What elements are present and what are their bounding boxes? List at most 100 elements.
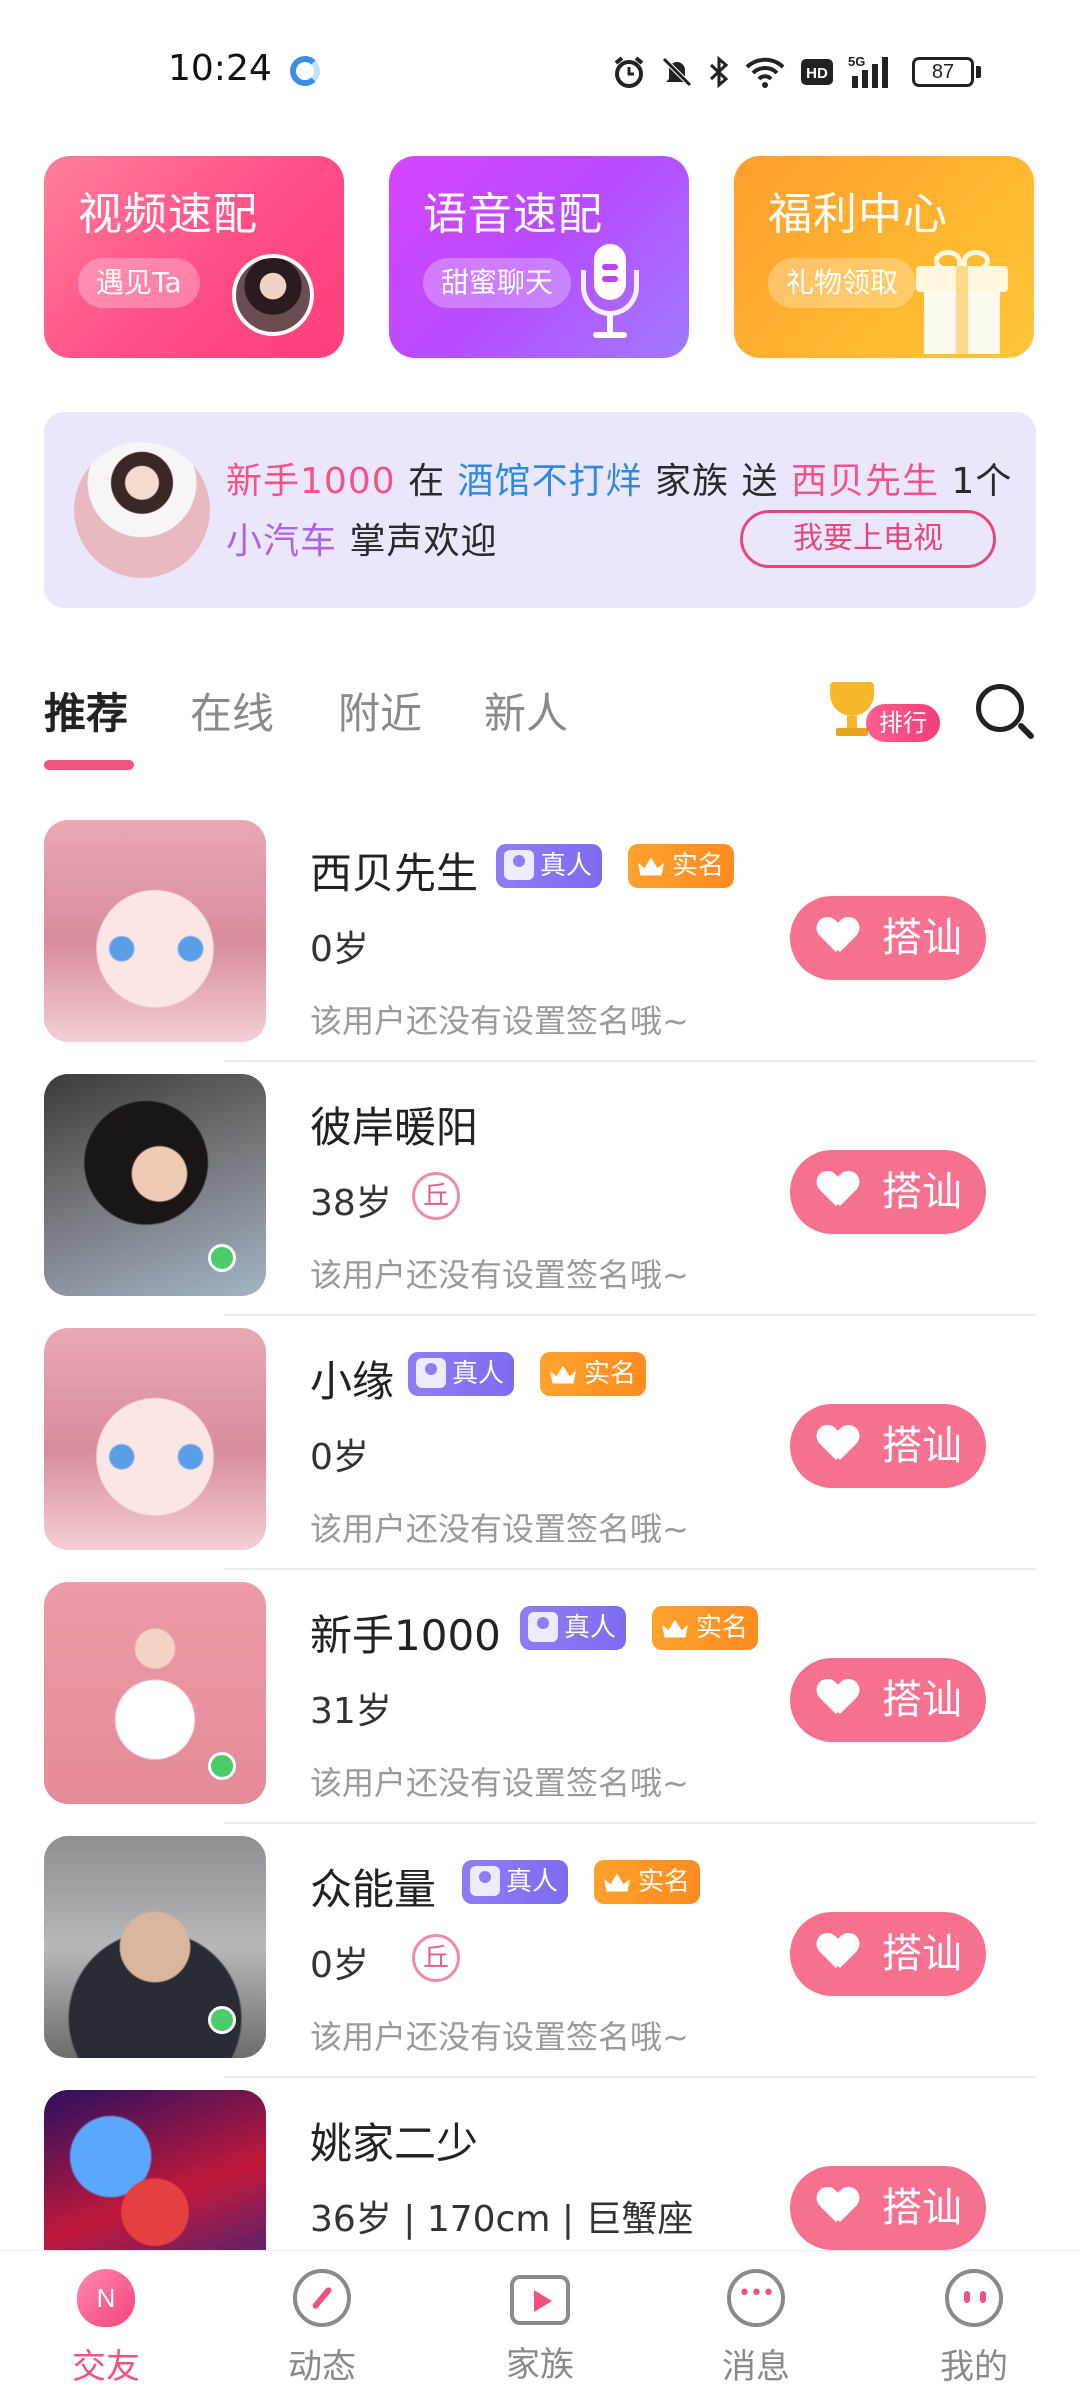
compass-icon: [293, 2269, 351, 2327]
voice-match-card[interactable]: 语音速配 甜蜜聊天: [389, 156, 689, 358]
nav-label: 我的: [940, 2347, 1008, 2387]
divider: [224, 2076, 1036, 2078]
card-subtitle: 甜蜜聊天: [423, 258, 572, 308]
nav-item-family[interactable]: 家族: [470, 2269, 610, 2386]
greet-button[interactable]: 搭讪: [790, 896, 986, 980]
user-signature: 该用户还没有设置签名哦~: [310, 1764, 689, 1802]
user-name: 西贝先生: [310, 849, 479, 898]
badge-label: 实名: [584, 1359, 637, 1389]
ranking-button[interactable]: 排行: [866, 704, 940, 742]
nav-label: 家族: [506, 2345, 574, 2385]
search-icon[interactable]: [976, 684, 1036, 744]
list-item[interactable]: 众能量 真人 实名 0岁 丘 该用户还没有设置签名哦~ 搭讪: [0, 1826, 1080, 2080]
nav-label: 交友: [72, 2347, 140, 2387]
tab-nearby[interactable]: 附近: [338, 680, 422, 741]
nav-label: 消息: [722, 2347, 790, 2387]
avatar[interactable]: [44, 820, 266, 1042]
status-bar: 10:24 HD 5G 87: [0, 0, 1080, 140]
card-title: 语音速配: [423, 189, 603, 240]
user-age: 0岁: [310, 929, 369, 970]
alarm-icon: [614, 56, 644, 88]
avatar-thumbnail: [232, 254, 314, 336]
person-icon: [470, 1865, 500, 1896]
card-title: 视频速配: [78, 189, 258, 240]
badge-label: 真人: [564, 1613, 617, 1643]
5g-signal-icon: 5G: [848, 54, 888, 88]
user-age: 31岁: [310, 1691, 392, 1732]
friends-icon: N: [77, 2269, 135, 2327]
nav-item-messages[interactable]: 消息: [686, 2269, 826, 2388]
greet-label: 搭讪: [882, 1423, 962, 1469]
tv-icon: [510, 2275, 570, 2325]
active-tab-indicator: [44, 760, 134, 770]
list-item[interactable]: 彼岸暖阳 38岁 丘 该用户还没有设置签名哦~ 搭讪: [0, 1064, 1080, 1318]
heart-icon: [818, 918, 858, 958]
gift-broadcast-banner[interactable]: 新手1000 在 酒馆不打烊 家族 送 西贝先生 1个 小汽车 掌声欢迎 我要上…: [44, 412, 1036, 608]
person-icon: [528, 1611, 558, 1642]
nav-item-me[interactable]: 我的: [904, 2269, 1044, 2388]
chat-icon: [727, 2269, 785, 2327]
tab-newcomers[interactable]: 新人: [484, 680, 568, 741]
badge-label: 真人: [540, 851, 593, 881]
badge-label: 实名: [696, 1613, 749, 1643]
greet-button[interactable]: 搭讪: [790, 1404, 986, 1488]
bottom-navigation: N 交友 动态 家族 消息 我的: [0, 2250, 1080, 2400]
real-person-badge: 真人: [520, 1606, 627, 1650]
bluetooth-icon: [709, 55, 729, 89]
broadcast-word: 家族: [655, 461, 730, 502]
status-time: 10:24: [168, 48, 272, 89]
heart-icon: [818, 1934, 858, 1974]
greet-button[interactable]: 搭讪: [790, 2166, 986, 2250]
badge-label: 真人: [506, 1867, 559, 1897]
heart-icon: [818, 1426, 858, 1466]
greet-label: 搭讪: [882, 2185, 962, 2231]
wifi-icon: [745, 57, 785, 88]
status-icons: HD 5G 87: [612, 50, 981, 94]
badge-label: 真人: [452, 1359, 505, 1389]
applause-text: 掌声欢迎: [349, 521, 498, 562]
greet-label: 搭讪: [882, 1169, 962, 1215]
card-title: 福利中心: [768, 189, 948, 240]
user-age: 0岁: [310, 1437, 369, 1478]
level-badge: 丘: [412, 1172, 460, 1220]
greet-button[interactable]: 搭讪: [790, 1150, 986, 1234]
greet-button[interactable]: 搭讪: [790, 1912, 986, 1996]
greet-button[interactable]: 搭讪: [790, 1658, 986, 1742]
svg-text:HD: HD: [806, 65, 828, 82]
svg-text:5G: 5G: [848, 54, 865, 69]
family-name[interactable]: 酒馆不打烊: [458, 461, 643, 502]
avatar[interactable]: [74, 442, 210, 578]
list-item[interactable]: 小缘 真人 实名 0岁 该用户还没有设置签名哦~ 搭讪: [0, 1318, 1080, 1572]
battery-level: 87: [912, 57, 974, 87]
broadcast-word: 送: [741, 461, 779, 502]
go-on-tv-button[interactable]: 我要上电视: [740, 510, 996, 568]
nav-item-friends[interactable]: N 交友: [36, 2269, 176, 2388]
user-age: 38岁: [310, 1183, 392, 1224]
gift-name: 小汽车: [226, 521, 338, 562]
hd-icon: HD: [801, 59, 833, 85]
verified-badge: 实名: [540, 1352, 647, 1396]
heart-icon: [818, 1680, 858, 1720]
avatar[interactable]: [44, 1328, 266, 1550]
heart-icon: [818, 1172, 858, 1212]
receiver-name[interactable]: 西贝先生: [791, 461, 939, 502]
card-subtitle: 遇见Ta: [78, 258, 200, 308]
tab-online[interactable]: 在线: [190, 680, 274, 741]
app-root: 10:24 HD 5G 87 视频速配 遇见Ta 语音速配 甜蜜聊天 福利中心 …: [0, 0, 1080, 2400]
user-signature: 该用户还没有设置签名哦~: [310, 1256, 689, 1294]
online-status-dot: [208, 1244, 236, 1272]
greet-label: 搭讪: [882, 1677, 962, 1723]
list-item[interactable]: 新手1000 真人 实名 31岁 该用户还没有设置签名哦~ 搭讪: [0, 1572, 1080, 1826]
card-subtitle: 礼物领取: [768, 258, 917, 308]
welfare-center-card[interactable]: 福利中心 礼物领取: [734, 156, 1034, 358]
tab-recommend[interactable]: 推荐: [44, 680, 128, 741]
video-match-card[interactable]: 视频速配 遇见Ta: [44, 156, 344, 358]
broadcast-message: 新手1000 在 酒馆不打烊 家族 送 西贝先生 1个: [226, 452, 1012, 504]
gift-icon: [916, 250, 1008, 354]
verified-badge: 实名: [652, 1606, 759, 1650]
list-item[interactable]: 西贝先生 真人 实名 0岁 该用户还没有设置签名哦~ 搭讪: [0, 810, 1080, 1064]
nav-item-moments[interactable]: 动态: [252, 2269, 392, 2388]
user-profile-info: 36岁 | 170cm | 巨蟹座: [310, 2199, 694, 2240]
sender-name[interactable]: 新手1000: [226, 461, 396, 502]
nav-label: 动态: [288, 2347, 356, 2387]
